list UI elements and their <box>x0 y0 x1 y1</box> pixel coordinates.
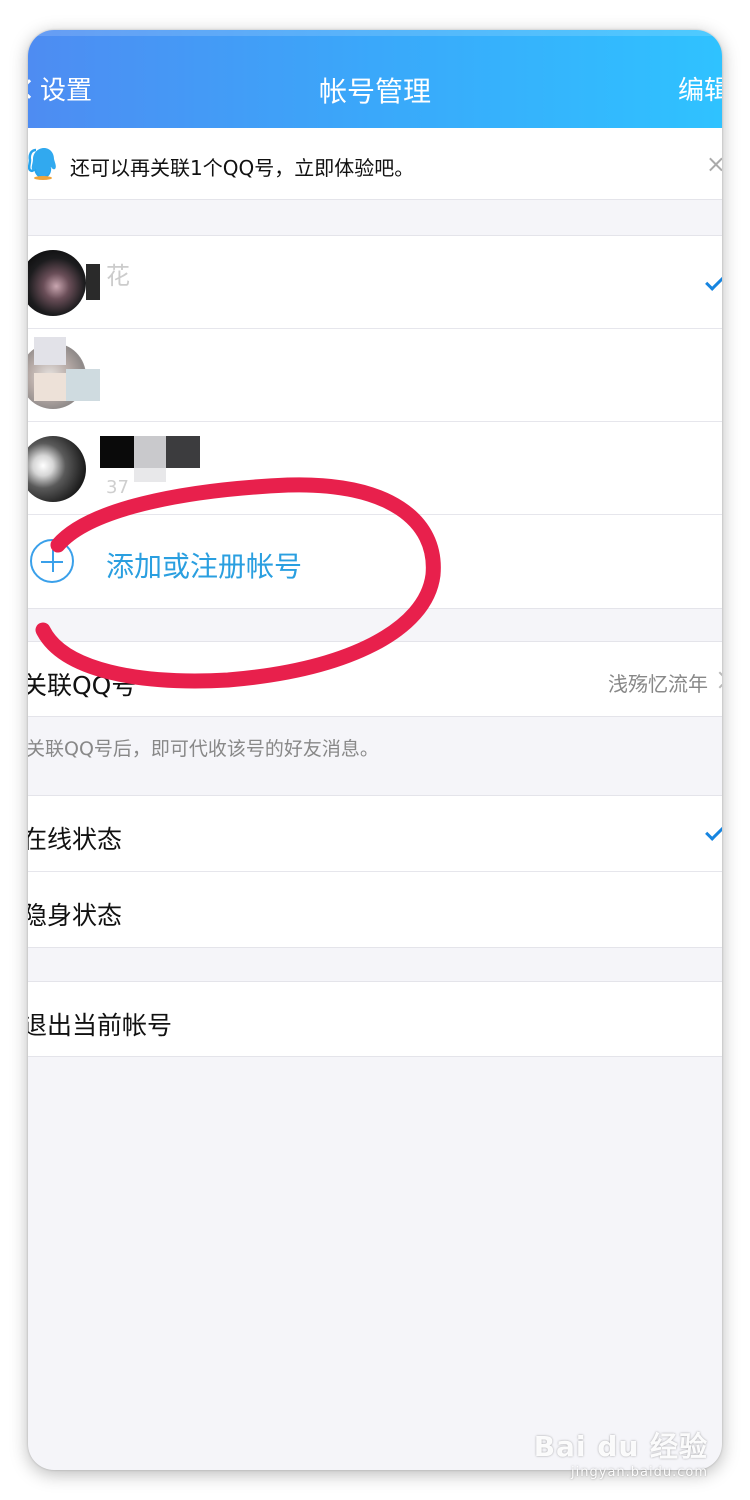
avatar <box>28 250 86 316</box>
pixelated-block <box>134 436 166 468</box>
pixelated-block <box>134 468 166 482</box>
nav-header: 设置 帐号管理 编辑 <box>28 30 722 128</box>
avatar <box>28 436 86 502</box>
checkmark-icon <box>705 821 722 841</box>
watermark-url: jingyan.baidu.com <box>571 1465 708 1480</box>
account-name: 花 <box>106 262 130 290</box>
add-account-row[interactable]: 添加或注册帐号 <box>28 515 722 608</box>
watermark: Bai du 经验 jingyan.baidu.com <box>534 1425 708 1480</box>
account-row[interactable]: 花 <box>28 236 722 329</box>
pixelated-block <box>34 373 66 401</box>
watermark-logo: Bai du 经验 <box>533 1430 708 1463</box>
link-notice-banner[interactable]: 还可以再关联1个QQ号，立即体验吧。 × <box>28 128 722 200</box>
close-icon[interactable]: × <box>706 150 722 178</box>
qq-accounts-icon <box>28 148 56 180</box>
add-circle-icon <box>30 539 74 583</box>
logout-label: 退出当前帐号 <box>28 1011 173 1040</box>
account-row[interactable]: 37 <box>28 422 722 515</box>
status-bar <box>28 30 722 36</box>
page-title: 帐号管理 <box>318 75 431 108</box>
status-option-online[interactable]: 在线状态 <box>28 796 722 872</box>
logout-row[interactable]: 退出当前帐号 <box>28 981 722 1057</box>
linked-qq-row[interactable]: 关联QQ号 浅殇忆流年 <box>28 641 722 717</box>
status-option-label: 在线状态 <box>28 825 123 854</box>
linked-qq-value: 浅殇忆流年 <box>608 672 708 696</box>
add-account-label: 添加或注册帐号 <box>106 550 303 583</box>
pixelated-block <box>166 436 200 468</box>
linked-qq-hint: 关联QQ号后，即可代收该号的好友消息。 <box>28 738 379 760</box>
edit-button[interactable]: 编辑 <box>678 70 722 107</box>
pixelated-block <box>34 337 66 365</box>
account-id: 37 <box>106 477 129 498</box>
status-list: 在线状态 隐身状态 <box>28 795 722 948</box>
account-row[interactable] <box>28 329 722 422</box>
notice-text: 还可以再关联1个QQ号，立即体验吧。 <box>70 156 415 180</box>
status-option-label: 隐身状态 <box>28 901 123 930</box>
status-option-invisible[interactable]: 隐身状态 <box>28 872 722 947</box>
linked-qq-label: 关联QQ号 <box>28 671 137 700</box>
pixelated-block <box>66 369 100 401</box>
pixelated-block <box>100 436 134 468</box>
account-list: 花 37 添加或注册帐号 <box>28 235 722 609</box>
checkmark-icon <box>705 271 722 291</box>
pixelated-name <box>86 264 100 300</box>
chevron-right-icon <box>711 671 722 689</box>
phone-screen: 设置 帐号管理 编辑 还可以再关联1个QQ号，立即体验吧。 × 花 37 添加或… <box>28 30 722 1470</box>
